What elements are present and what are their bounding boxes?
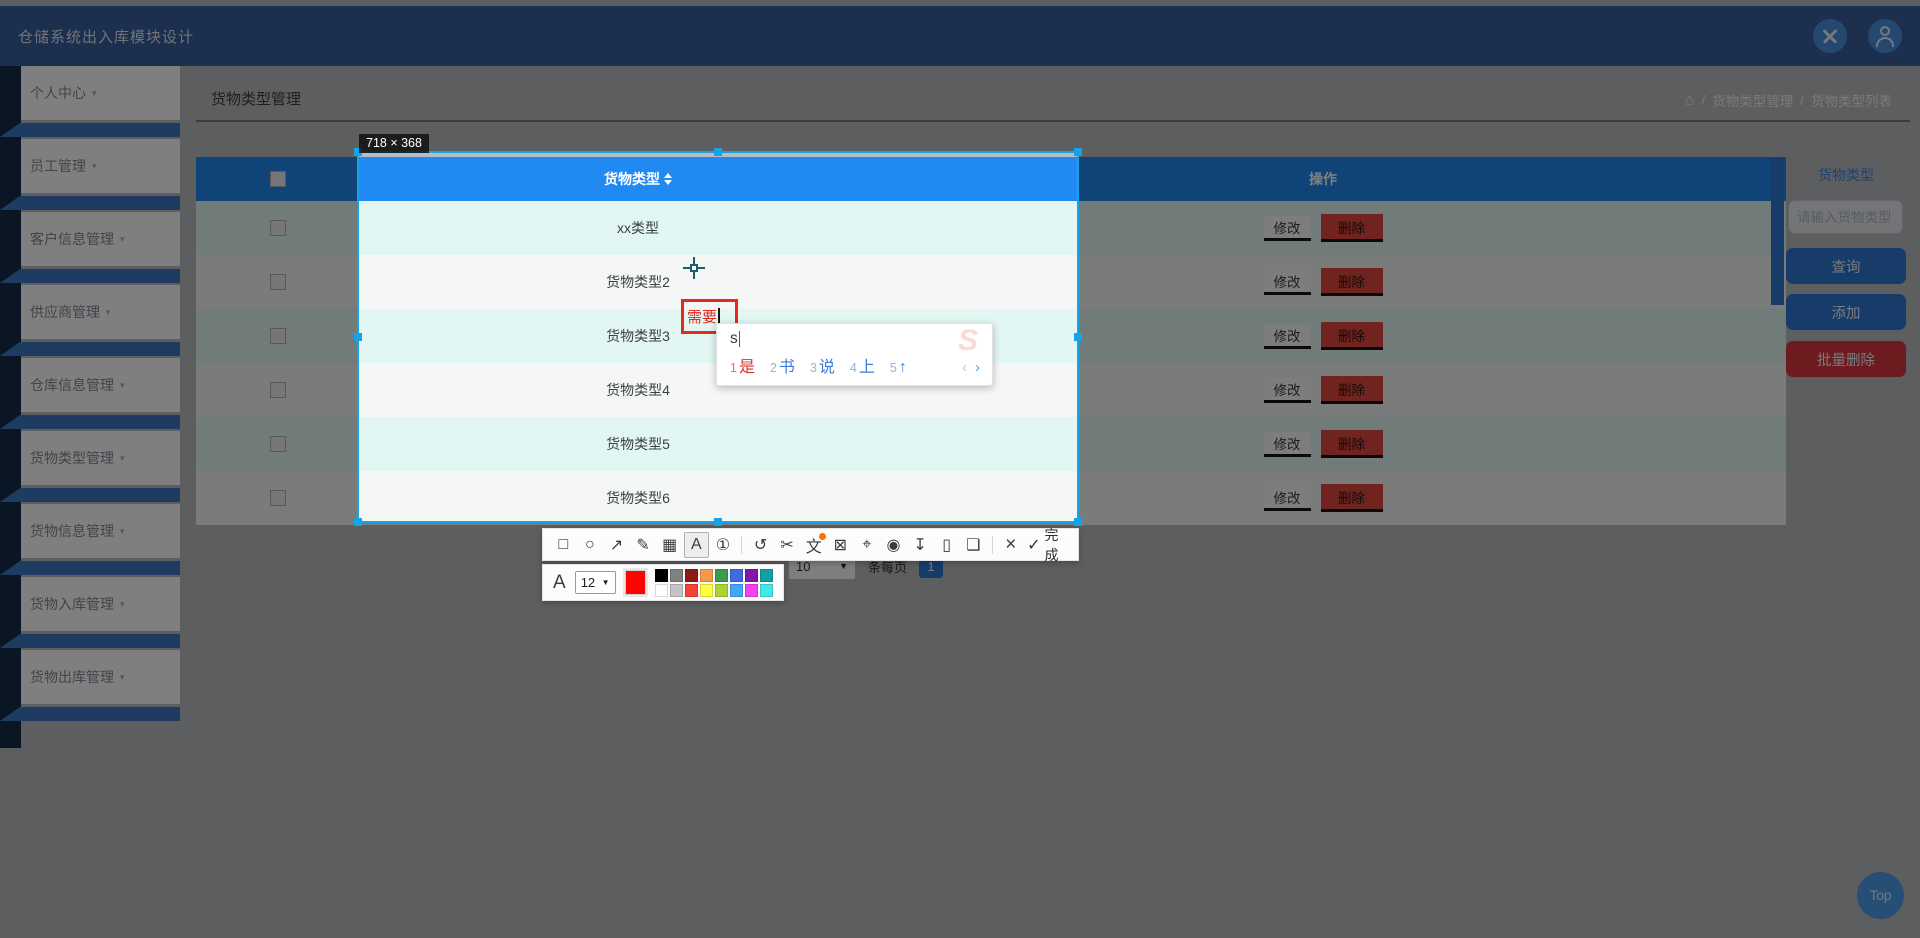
color-swatch[interactable]: [760, 583, 773, 597]
toolbar-separator: [741, 535, 743, 554]
text-tool-icon[interactable]: A: [683, 531, 709, 558]
record-icon[interactable]: ◉: [881, 532, 906, 558]
download-icon[interactable]: ↧: [908, 532, 933, 558]
ime-composition: s: [730, 330, 992, 348]
font-toolbar: A 12 ▼: [542, 564, 784, 601]
resize-handle-s[interactable]: [714, 518, 722, 526]
dim-overlay-top: [0, 0, 1920, 153]
undo-icon[interactable]: ↺: [748, 532, 773, 558]
check-icon: ✓: [1027, 536, 1041, 554]
text-cursor: [738, 331, 741, 347]
resize-handle-se[interactable]: [1074, 518, 1082, 526]
ime-candidate[interactable]: 2书: [770, 353, 795, 377]
color-swatch[interactable]: [685, 568, 698, 582]
ime-candidate[interactable]: 5 ↑: [890, 359, 907, 377]
resize-handle-e[interactable]: [1074, 333, 1082, 341]
ime-candidate[interactable]: 3说: [810, 353, 835, 377]
color-swatch[interactable]: [670, 583, 683, 597]
translate-icon[interactable]: 文: [801, 532, 826, 558]
ime-next-page-icon[interactable]: ›: [975, 359, 980, 376]
ime-logo-watermark: S: [957, 324, 978, 357]
mosaic-tool-icon[interactable]: ▦: [657, 532, 682, 558]
resize-handle-n[interactable]: [714, 148, 722, 156]
color-swatch[interactable]: [655, 583, 668, 597]
notification-badge: [819, 532, 826, 540]
color-swatch[interactable]: [730, 583, 743, 597]
ocr-icon[interactable]: ⊠: [828, 532, 853, 558]
ellipse-tool-icon[interactable]: ○: [578, 532, 603, 558]
cancel-icon[interactable]: ×: [999, 532, 1024, 558]
screen: 仓储系统出入库模块设计 个人中心▾ 员工管理▾ 客户信息管理▾ 供应商管理▾ 仓…: [0, 0, 1920, 938]
pin-icon[interactable]: ⌖: [855, 532, 880, 558]
pen-tool-icon[interactable]: ✎: [631, 532, 656, 558]
phone-icon[interactable]: ▯: [934, 532, 959, 558]
color-swatch[interactable]: [655, 568, 668, 582]
color-swatch[interactable]: [760, 568, 773, 582]
color-swatch[interactable]: [685, 583, 698, 597]
rect-tool-icon[interactable]: □: [551, 532, 576, 558]
chevron-down-icon: ▼: [601, 578, 610, 587]
font-icon: A: [553, 571, 566, 593]
color-swatch[interactable]: [745, 583, 758, 597]
color-swatch[interactable]: [715, 568, 728, 582]
color-swatch[interactable]: [730, 568, 743, 582]
bookmark-icon[interactable]: ❏: [961, 532, 986, 558]
color-palette: [655, 568, 773, 597]
step-number-tool-icon[interactable]: ①: [711, 532, 736, 558]
font-size-select[interactable]: 12 ▼: [574, 571, 616, 594]
color-swatch[interactable]: [715, 583, 728, 597]
ime-candidate-window: S s 1是 2书 3说 4上 5 ↑ ‹ ›: [716, 323, 993, 386]
capture-toolbar: □ ○ ↗ ✎ ▦ A ① ↺ ✂ 文 ⊠ ⌖ ◉ ↧ ▯ ❏ × ✓ 完成: [542, 527, 1079, 563]
color-swatch[interactable]: [700, 568, 713, 582]
ime-candidate[interactable]: 4上: [850, 353, 875, 377]
arrow-tool-icon[interactable]: ↗: [604, 532, 629, 558]
done-button[interactable]: ✓ 完成: [1027, 525, 1070, 565]
toolbar-separator: [991, 535, 993, 554]
ime-candidate[interactable]: 1是: [730, 353, 755, 377]
resize-handle-ne[interactable]: [1074, 148, 1082, 156]
resize-handle-w[interactable]: [354, 333, 362, 341]
selection-size-label: 718 × 368: [359, 134, 429, 153]
ime-candidates: 1是 2书 3说 4上 5 ↑ ‹ ›: [730, 353, 980, 377]
dim-overlay-left: [0, 153, 359, 521]
cut-icon[interactable]: ✂: [775, 532, 800, 558]
color-swatch[interactable]: [670, 568, 683, 582]
current-color-swatch: [622, 568, 648, 597]
color-swatch[interactable]: [745, 568, 758, 582]
crosshair-cursor-icon: [683, 257, 705, 279]
color-swatch[interactable]: [700, 583, 713, 597]
dim-overlay-right: [1077, 153, 1920, 521]
ime-prev-page-icon[interactable]: ‹: [962, 359, 967, 376]
dim-overlay-bottom: [0, 521, 1920, 938]
resize-handle-sw[interactable]: [354, 518, 362, 526]
